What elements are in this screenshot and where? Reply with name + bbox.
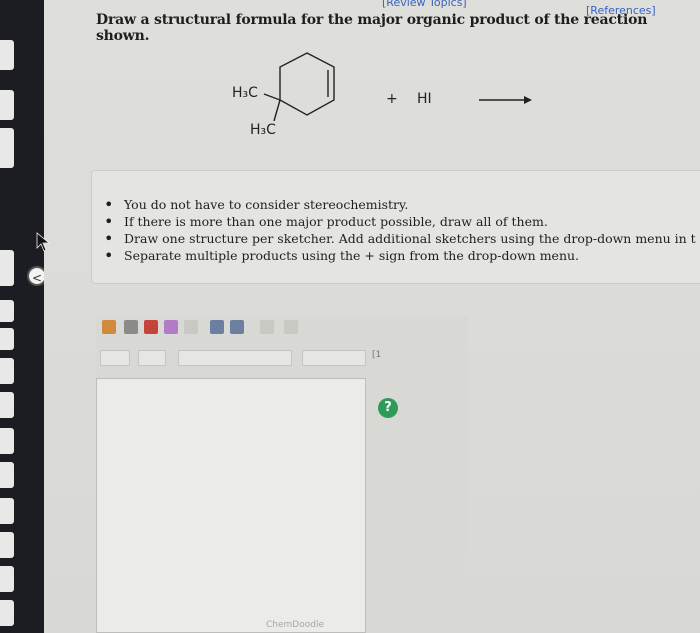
clean-icon[interactable] [284,320,298,334]
charge-tool-dropdown[interactable] [138,350,166,366]
sidebar-tab[interactable] [0,90,14,120]
sketcher-toolbar-bottom: [1 [96,346,468,370]
reaction-scheme: H₃C H₃C + HI [174,45,534,155]
sidebar-tab[interactable] [0,250,14,286]
top-links: [Review Topics] [References] [44,0,700,17]
reagent-hi: HI [417,91,432,107]
sidebar-tab[interactable] [0,566,14,592]
lasso-tool-icon[interactable] [124,320,138,334]
sidebar-tab[interactable] [0,40,14,70]
methyl-bond-top [263,93,281,101]
sidebar-tab[interactable] [0,428,14,454]
instructions-box: You do not have to consider stereochemis… [91,170,700,284]
ring-tool-dropdown[interactable] [302,350,366,366]
chain-tool-dropdown[interactable] [100,350,130,366]
chemdoodle-sketcher: [1 ? ChemDoodle [96,316,468,633]
cyclohexene-ring [279,52,335,116]
sidebar-tab[interactable] [0,392,14,418]
sidebar-tab[interactable] [0,600,14,626]
help-button[interactable]: ? [378,398,398,418]
sidebar-tab[interactable] [0,300,14,322]
instruction-item: If there is more than one major product … [104,212,696,231]
mouse-cursor-icon [36,232,51,252]
sidebar-tab[interactable] [0,498,14,524]
sidebar-tab[interactable] [0,328,14,350]
sketcher-canvas[interactable] [96,378,366,633]
bond-tool-dropdown[interactable] [178,350,292,366]
sidebar-tab[interactable] [0,128,14,168]
undo-icon[interactable] [164,320,178,334]
sidebar-tab[interactable] [0,358,14,384]
review-topics-link[interactable]: [Review Topics] [382,0,467,9]
sidebar-tab[interactable] [0,462,14,488]
methyl-bond-bottom [273,99,281,122]
instruction-item: Separate multiple products using the + s… [104,246,696,265]
question-panel: [Review Topics] [References] Draw a stru… [44,0,700,633]
instruction-item: You do not have to consider stereochemis… [104,195,696,214]
methyl-label-bottom: H₃C [250,122,276,138]
sidebar-tab[interactable] [0,532,14,558]
zoom-in-icon[interactable] [210,320,224,334]
element-label[interactable]: [1 [372,350,394,364]
eraser-icon[interactable] [144,320,158,334]
template-icon[interactable] [260,320,274,334]
plus-sign: + [386,91,398,107]
hand-tool-icon[interactable] [102,320,116,334]
question-text: Draw a structural formula for the major … [96,12,648,44]
zoom-out-icon[interactable] [230,320,244,334]
instructions-list: You do not have to consider stereochemis… [104,195,696,265]
reaction-arrow-head [524,96,532,104]
redo-icon[interactable] [184,320,198,334]
chemdoodle-logo: ChemDoodle [266,620,324,630]
methyl-label-top: H₃C [232,85,258,101]
reaction-structure-drawing [263,52,532,122]
instruction-item: Draw one structure per sketcher. Add add… [104,229,696,248]
left-sidebar [0,0,44,633]
